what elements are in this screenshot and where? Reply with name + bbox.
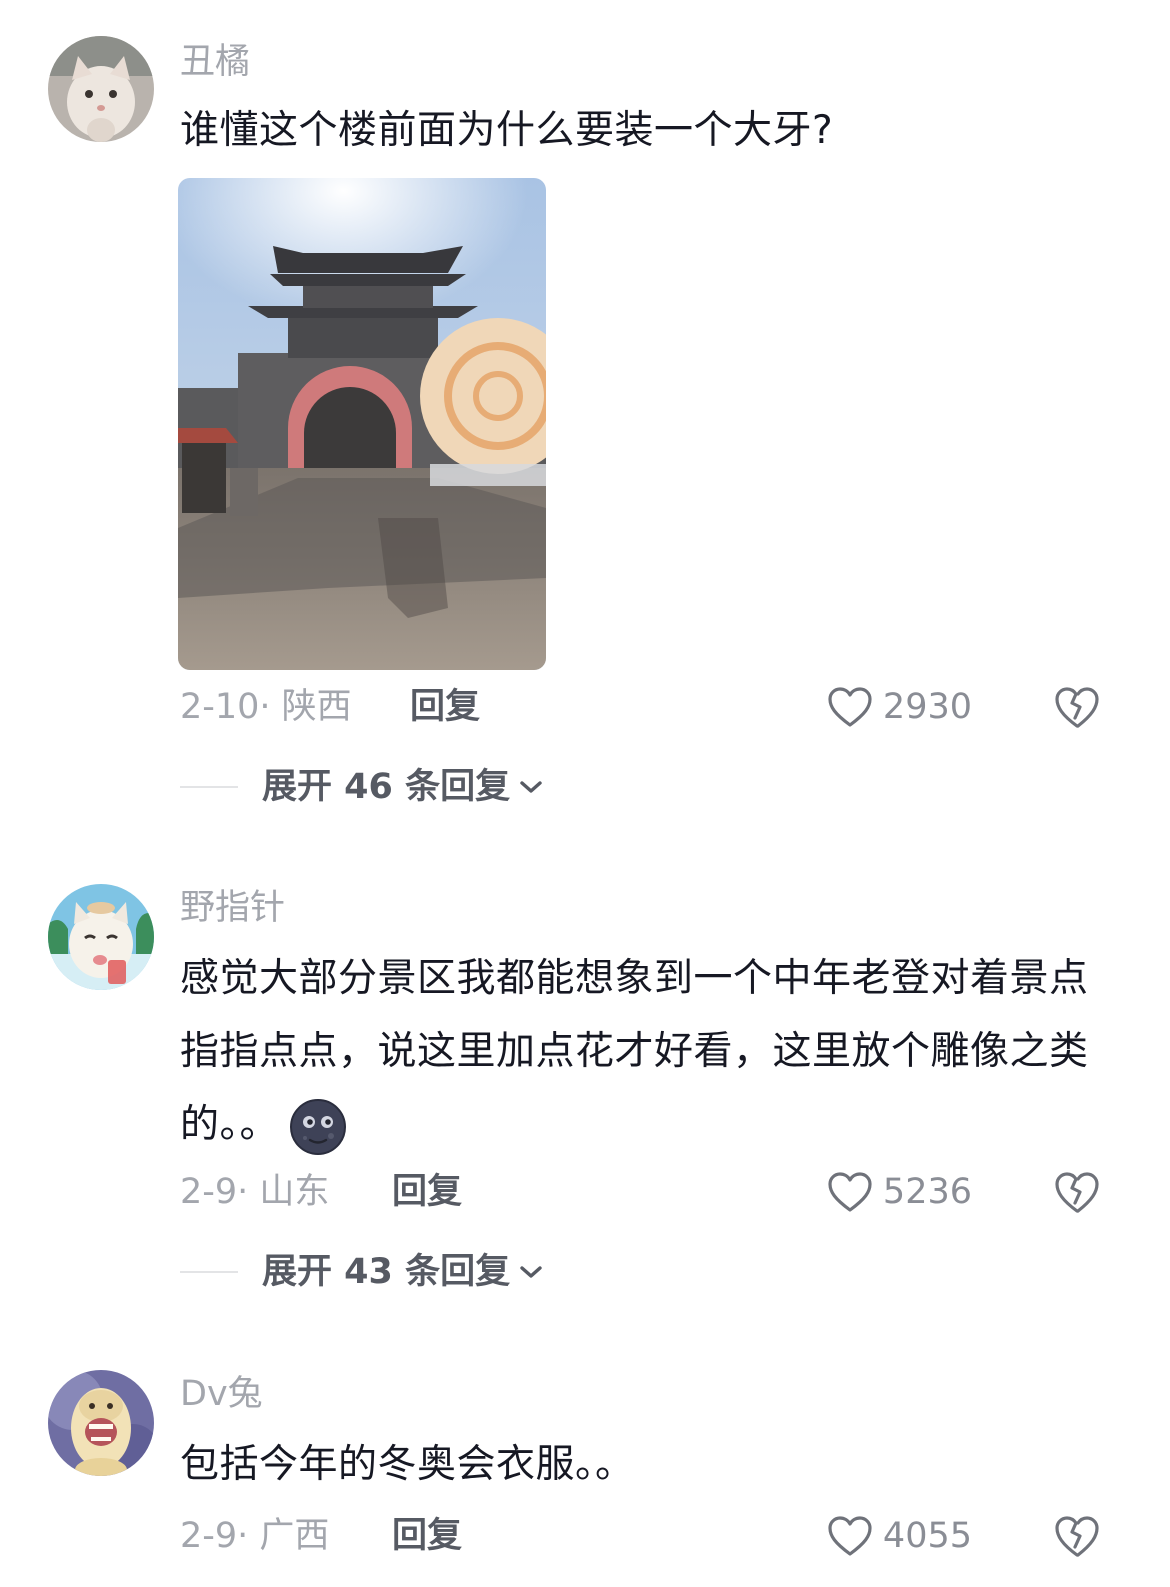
broken-heart-icon (1055, 1516, 1099, 1557)
cat-drink-avatar-icon (48, 884, 154, 990)
like-button[interactable]: 4055 (827, 1511, 972, 1561)
like-count: 4055 (882, 1516, 972, 1556)
avatar[interactable] (48, 884, 154, 990)
like-count: 2930 (882, 687, 972, 727)
comment-meta: 2-9· 广西 回复 4055 (180, 1511, 1110, 1561)
divider-line (180, 1271, 238, 1273)
date-location: 2-10· 陕西 (180, 687, 352, 727)
heart-outline-icon (828, 687, 872, 727)
like-button[interactable]: 2930 (827, 682, 972, 732)
like-count: 5236 (882, 1172, 972, 1212)
avatar[interactable] (48, 1370, 154, 1476)
city-gate-photo (178, 178, 546, 670)
heart-outline-icon (828, 1516, 872, 1556)
like-button[interactable]: 5236 (827, 1167, 972, 1217)
new-moon-face-emoji (290, 1098, 347, 1155)
comment-meta: 2-10· 陕西 回复 2930 (180, 682, 1110, 732)
reply-button[interactable]: 回复 (392, 1167, 462, 1217)
expand-replies-label: 展开 43 条回复 (262, 1252, 511, 1292)
chevron-down-icon (520, 781, 542, 793)
expand-replies-button[interactable]: 展开 43 条回复 (180, 1247, 544, 1297)
avatar[interactable] (48, 36, 154, 142)
dislike-button[interactable] (1054, 1170, 1100, 1228)
reply-button[interactable]: 回复 (392, 1511, 462, 1561)
chevron-down-icon (520, 1266, 542, 1278)
reply-button[interactable]: 回复 (410, 682, 480, 732)
broken-heart-icon (1055, 1172, 1099, 1213)
cat-avatar-icon (48, 36, 154, 142)
heart-outline-icon (828, 1172, 872, 1212)
date-location: 2-9· 山东 (180, 1172, 330, 1212)
comment-meta: 2-9· 山东 回复 5236 (180, 1167, 1110, 1217)
expand-replies-label: 展开 46 条回复 (262, 767, 511, 807)
dislike-button[interactable] (1054, 685, 1100, 743)
date-location: 2-9· 广西 (180, 1516, 330, 1556)
comment-image[interactable] (178, 178, 546, 670)
comment-text: 谁懂这个楼前面为什么要装一个大牙? (180, 108, 834, 153)
comment-text: 包括今年的冬奥会衣服。。 (180, 1442, 635, 1487)
divider-line (180, 786, 238, 788)
username[interactable]: Dv兔 (180, 1372, 263, 1416)
broken-heart-icon (1055, 687, 1099, 728)
comment-text: 感觉大部分景区我都能想象到一个中年老登对着景点指指点点，说这里加点花才好看，这里… (180, 942, 1120, 1161)
expand-replies-button[interactable]: 展开 46 条回复 (180, 762, 544, 812)
dog-avatar-icon (48, 1370, 154, 1476)
dislike-button[interactable] (1054, 1514, 1100, 1572)
username[interactable]: 野指针 (180, 886, 285, 930)
username[interactable]: 丑橘 (180, 40, 250, 84)
